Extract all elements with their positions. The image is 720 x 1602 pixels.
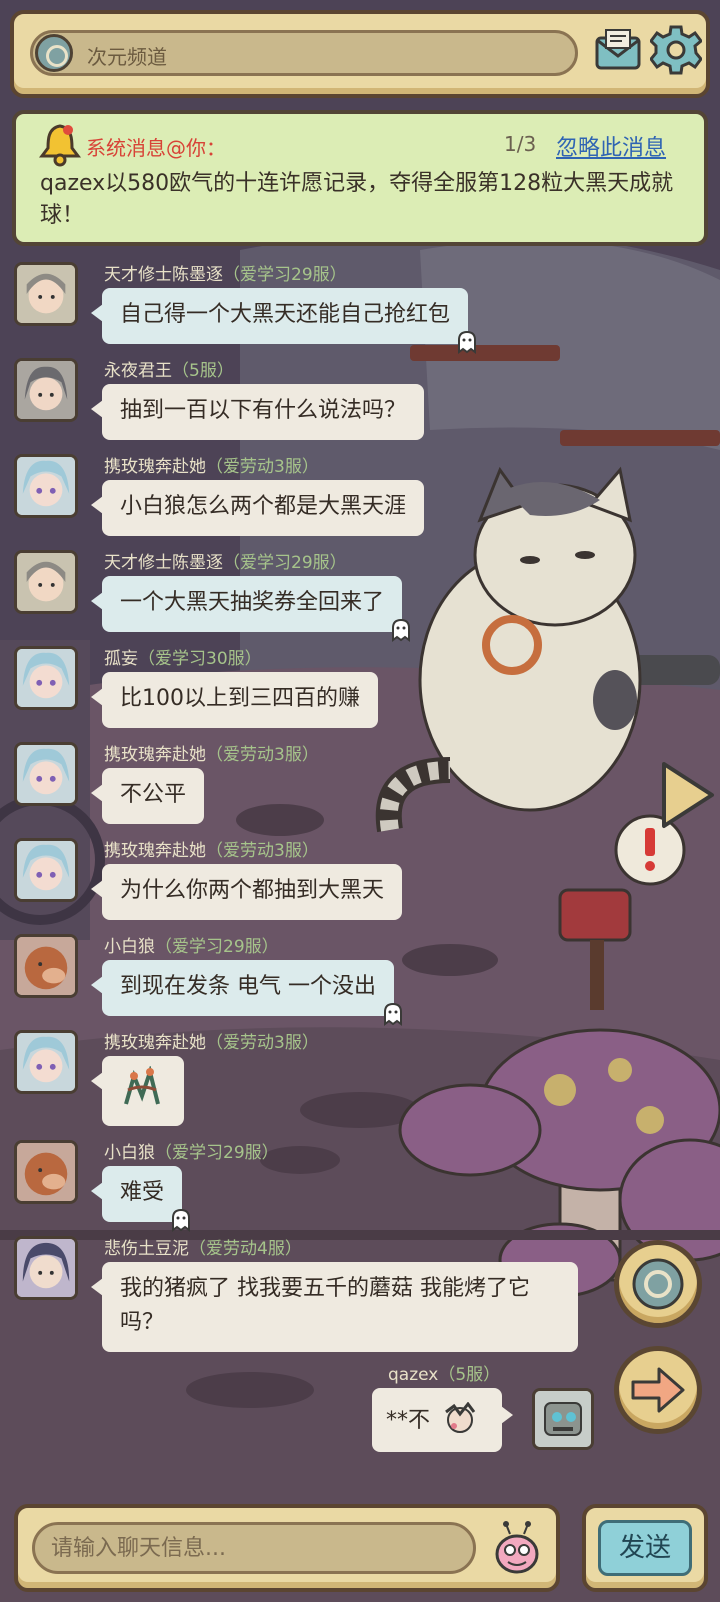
system-message-title: 系统消息@你： <box>86 136 226 160</box>
mail-button[interactable] <box>594 26 642 74</box>
mail-icon <box>595 29 641 70</box>
avatar[interactable] <box>14 742 78 806</box>
message-text: 我的猪疯了 找我要五千的蘑菇 我能烤了它吗？ <box>120 1276 530 1335</box>
ghost-icon <box>392 618 411 642</box>
channel-name: 次元频道 <box>87 45 167 69</box>
message-text: 不公平 <box>120 782 187 807</box>
message-text: 到现在发条 电气 一个没出 <box>120 974 376 999</box>
sender-name: 小白狼（爱学习29服） <box>104 1143 279 1163</box>
message-text: 难受 <box>120 1180 165 1205</box>
sender-name: 携玫瑰奔赴她（爱劳动3服） <box>104 1033 319 1053</box>
gear-icon <box>649 25 704 75</box>
sender-name: 天才修士陈墨逐（爱学习29服） <box>104 553 347 573</box>
avatar[interactable] <box>14 454 78 518</box>
avatar[interactable] <box>14 262 78 326</box>
arrow-right-icon <box>631 1367 685 1413</box>
ghost-icon <box>384 1002 402 1026</box>
sender-name: 携玫瑰奔赴她（爱劳动3服） <box>104 457 319 477</box>
play-button[interactable] <box>660 760 716 830</box>
message-text: 比100以上到三四百的赚 <box>120 686 360 711</box>
sticker-icon <box>445 1402 476 1433</box>
own-message-bubble: **不 <box>372 1388 513 1452</box>
message-bubble: 比100以上到三四百的赚 <box>91 672 378 728</box>
next-button[interactable] <box>614 1346 702 1434</box>
ghost-icon <box>172 1208 191 1232</box>
message-bubble: 为什么你两个都抽到大黑天 <box>90 864 403 920</box>
own-avatar[interactable] <box>532 1388 594 1450</box>
chat-input[interactable] <box>32 1522 476 1574</box>
channel-switch-button[interactable] <box>614 1240 702 1328</box>
avatar[interactable] <box>14 1140 78 1204</box>
system-message-body: qazex以580欧气的十连许愿记录，夺得全服第128粒大黑天成就球！ <box>40 171 674 228</box>
emoji-button[interactable] <box>492 1520 542 1576</box>
avatar[interactable] <box>14 1236 78 1300</box>
message-bubble: 难受 <box>90 1166 191 1232</box>
message-text: **不 <box>386 1408 431 1433</box>
avatar[interactable] <box>14 358 78 422</box>
message-bubble: 抽到一百以下有什么说法吗？ <box>90 384 425 440</box>
channel-icon <box>35 34 73 72</box>
message-bubble: 到现在发条 电气 一个没出 <box>91 960 402 1026</box>
send-button[interactable]: 发送 <box>582 1504 708 1592</box>
settings-button[interactable] <box>649 24 704 76</box>
message-bubble: 自己得一个大黑天还能自己抢红包 <box>90 288 477 354</box>
chat-input-bar <box>14 1504 560 1592</box>
channel-selector[interactable]: 次元频道 <box>30 30 578 76</box>
sender-name: 携玫瑰奔赴她（爱劳动3服） <box>104 841 319 861</box>
message-text: 自己得一个大黑天还能自己抢红包 <box>120 302 451 327</box>
system-message-counter: 1/3 <box>504 132 537 156</box>
avatar[interactable] <box>14 646 78 710</box>
snail-emoji-icon <box>495 1521 539 1574</box>
bell-icon <box>39 124 81 167</box>
portal-icon <box>632 1258 684 1310</box>
message-bubble: 不公平 <box>90 768 205 824</box>
avatar[interactable] <box>14 1030 78 1094</box>
avatar[interactable] <box>14 838 78 902</box>
sender-name: 天才修士陈墨逐（爱学习29服） <box>104 265 347 285</box>
message-text: 为什么你两个都抽到大黑天 <box>120 878 385 903</box>
system-message-banner: 系统消息@你： 1/3 忽略此消息 qazex以580欧气的十连许愿记录，夺得全… <box>12 110 708 246</box>
ignore-message-link[interactable]: 忽略此消息 <box>556 130 666 162</box>
sender-name: 永夜君王（5服） <box>104 361 234 381</box>
sender-name: 悲伤土豆泥（爱劳动4服） <box>104 1239 302 1259</box>
play-icon <box>662 762 714 828</box>
message-bubble: 小白狼怎么两个都是大黑天涯 <box>90 480 425 536</box>
message-text: 一个大黑天抽奖券全回来了 <box>120 590 385 615</box>
sender-name: 携玫瑰奔赴她（爱劳动3服） <box>104 745 319 765</box>
sender-name: 小白狼（爱学习29服） <box>104 937 279 957</box>
message-bubble: 我的猪疯了 找我要五千的蘑菇 我能烤了它吗？ <box>91 1262 578 1352</box>
message-text: 抽到一百以下有什么说法吗？ <box>120 398 407 423</box>
send-button-label: 发送 <box>598 1520 692 1576</box>
top-bar: 次元频道 <box>10 10 710 98</box>
avatar[interactable] <box>14 934 78 998</box>
sender-name: 孤妄（爱学习30服） <box>104 649 262 669</box>
sticker-icon <box>124 1064 160 1105</box>
own-sender-name: qazex（5服） <box>388 1365 501 1385</box>
avatar[interactable] <box>14 550 78 614</box>
ghost-icon <box>458 330 477 354</box>
message-text: 小白狼怎么两个都是大黑天涯 <box>120 494 407 519</box>
message-bubble <box>91 1056 184 1126</box>
message-bubble: 一个大黑天抽奖券全回来了 <box>90 576 411 642</box>
